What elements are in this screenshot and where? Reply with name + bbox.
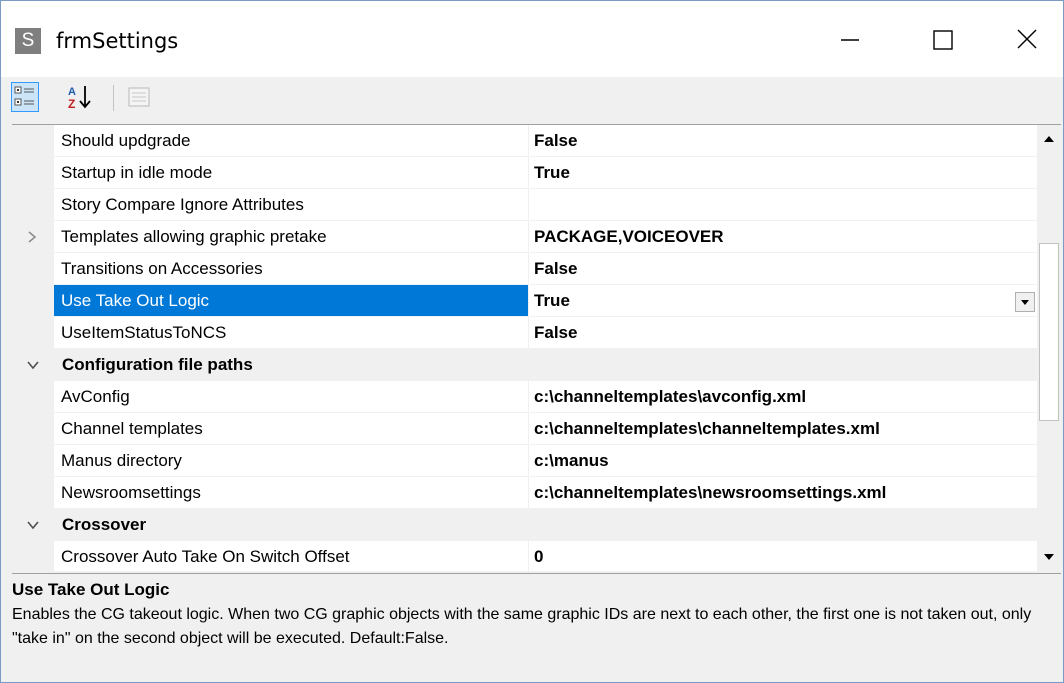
- row-gutter: [12, 285, 54, 317]
- expand-chevron-icon[interactable]: [25, 229, 39, 245]
- property-value[interactable]: c:\channeltemplates\newsroomsettings.xml: [530, 477, 1037, 509]
- property-row-should-upgrade[interactable]: Should updgrade False: [12, 125, 1037, 157]
- property-value[interactable]: 0: [530, 541, 1037, 571]
- maximize-icon: [933, 30, 953, 50]
- property-value[interactable]: c:\channeltemplates\channeltemplates.xml: [530, 413, 1037, 445]
- value-dropdown-button[interactable]: [1015, 292, 1035, 312]
- property-row-use-item-status[interactable]: UseItemStatusToNCS False: [12, 317, 1037, 349]
- row-gutter: [12, 381, 54, 413]
- collapse-chevron-icon[interactable]: [25, 517, 41, 533]
- row-gutter: [12, 253, 54, 285]
- property-name[interactable]: Transitions on Accessories: [54, 253, 529, 285]
- row-gutter: [12, 125, 54, 157]
- property-row-channel-templates[interactable]: Channel templates c:\channeltemplates\ch…: [12, 413, 1037, 445]
- app-icon: S: [15, 28, 41, 54]
- property-row-crossover-offset[interactable]: Crossover Auto Take On Switch Offset 0: [12, 541, 1037, 571]
- vertical-scrollbar[interactable]: [1037, 125, 1061, 571]
- minimize-icon: [841, 39, 859, 41]
- property-pages-icon: [128, 87, 150, 107]
- property-name[interactable]: Templates allowing graphic pretake: [54, 221, 529, 253]
- category-config-file-paths[interactable]: Configuration file paths: [12, 349, 1037, 381]
- categorized-view-icon: [14, 86, 34, 106]
- property-grid[interactable]: Should updgrade False Startup in idle mo…: [12, 124, 1061, 571]
- property-name[interactable]: Manus directory: [54, 445, 529, 477]
- scroll-up-arrow-icon: [1044, 136, 1054, 142]
- property-value[interactable]: c:\channeltemplates\avconfig.xml: [530, 381, 1037, 413]
- property-name[interactable]: Startup in idle mode: [54, 157, 529, 189]
- category-label: Crossover: [62, 515, 147, 534]
- property-row-startup-idle[interactable]: Startup in idle mode True: [12, 157, 1037, 189]
- property-row-story-compare[interactable]: Story Compare Ignore Attributes: [12, 189, 1037, 221]
- property-name[interactable]: UseItemStatusToNCS: [54, 317, 529, 349]
- row-gutter: [12, 413, 54, 445]
- minimize-button[interactable]: [819, 17, 879, 63]
- description-title: Use Take Out Logic: [12, 580, 170, 599]
- row-gutter: [12, 189, 54, 221]
- row-gutter: [12, 541, 54, 571]
- property-value[interactable]: [530, 189, 1037, 221]
- property-name[interactable]: AvConfig: [54, 381, 529, 413]
- description-text: Enables the CG takeout logic. When two C…: [12, 606, 1032, 647]
- window-title: frmSettings: [56, 29, 179, 53]
- property-value[interactable]: False: [530, 253, 1037, 285]
- dropdown-arrow-icon: [1021, 300, 1029, 305]
- row-gutter: [12, 221, 54, 253]
- close-icon: [1017, 29, 1037, 49]
- row-gutter: [12, 157, 54, 189]
- property-value[interactable]: True: [530, 157, 1037, 189]
- category-crossover[interactable]: Crossover: [12, 509, 1037, 541]
- property-pages-button[interactable]: [125, 82, 153, 112]
- scroll-up-button[interactable]: [1037, 127, 1061, 151]
- property-value[interactable]: PACKAGE,VOICEOVER: [530, 221, 1037, 253]
- property-row-avconfig[interactable]: AvConfig c:\channeltemplates\avconfig.xm…: [12, 381, 1037, 413]
- scroll-down-button[interactable]: [1037, 545, 1061, 569]
- property-name[interactable]: Should updgrade: [54, 125, 529, 157]
- close-button[interactable]: [997, 17, 1057, 63]
- row-gutter: [12, 317, 54, 349]
- property-value[interactable]: c:\manus: [530, 445, 1037, 477]
- row-gutter: [12, 477, 54, 509]
- collapse-chevron-icon[interactable]: [25, 357, 41, 373]
- property-row-manus-directory[interactable]: Manus directory c:\manus: [12, 445, 1037, 477]
- categorized-button[interactable]: [11, 82, 39, 112]
- property-name[interactable]: Story Compare Ignore Attributes: [54, 189, 529, 221]
- toolbar-separator: [113, 85, 114, 111]
- property-value[interactable]: True: [530, 285, 1037, 317]
- property-row-use-take-out-logic[interactable]: Use Take Out Logic True: [12, 285, 1037, 317]
- property-value[interactable]: False: [530, 125, 1037, 157]
- property-row-newsroomsettings[interactable]: Newsroomsettings c:\channeltemplates\new…: [12, 477, 1037, 509]
- description-panel: Use Take Out Logic Enables the CG takeou…: [12, 573, 1061, 681]
- property-value[interactable]: False: [530, 317, 1037, 349]
- alphabetical-sort-icon: A Z: [68, 86, 91, 111]
- scrollbar-thumb[interactable]: [1039, 243, 1059, 421]
- property-name[interactable]: Use Take Out Logic: [54, 285, 529, 317]
- category-label: Configuration file paths: [62, 355, 253, 374]
- maximize-button[interactable]: [913, 17, 973, 63]
- svg-text:Z: Z: [68, 97, 75, 111]
- title-bar[interactable]: S frmSettings: [1, 1, 1063, 77]
- property-name[interactable]: Channel templates: [54, 413, 529, 445]
- property-grid-toolbar: A Z: [1, 77, 1063, 119]
- property-name[interactable]: Crossover Auto Take On Switch Offset: [54, 541, 529, 571]
- alphabetical-button[interactable]: A Z: [65, 82, 93, 112]
- settings-window: S frmSettings A Z Should updgrade False …: [0, 0, 1064, 683]
- property-row-graphic-pretake[interactable]: Templates allowing graphic pretake PACKA…: [12, 221, 1037, 253]
- property-name[interactable]: Newsroomsettings: [54, 477, 529, 509]
- property-row-transitions[interactable]: Transitions on Accessories False: [12, 253, 1037, 285]
- row-gutter: [12, 445, 54, 477]
- scroll-down-arrow-icon: [1044, 554, 1054, 560]
